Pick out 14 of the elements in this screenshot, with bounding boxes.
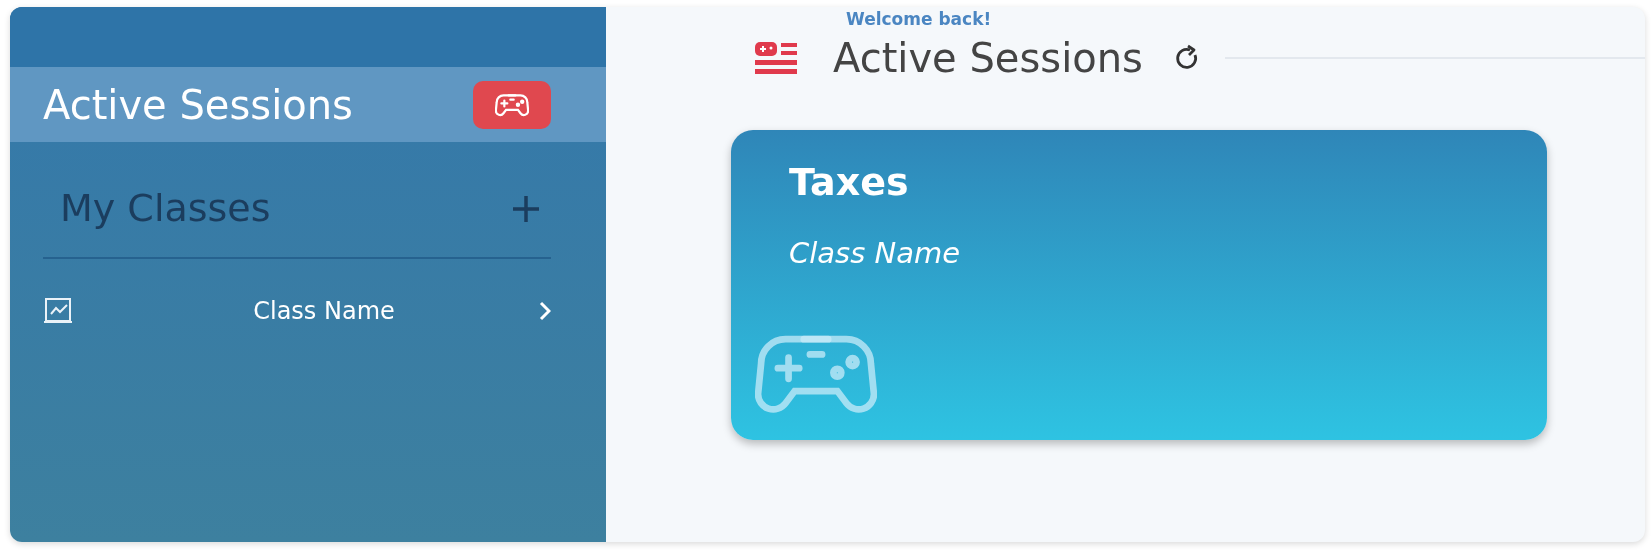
session-card[interactable]: Taxes Class Name [731,130,1547,440]
section-title: My Classes [60,185,271,232]
chevron-right-icon [539,301,551,321]
nav-label: Active Sessions [43,80,353,130]
greeting-text: Welcome back! [846,8,993,28]
sidebar-nav-item[interactable]: Active Sessions [10,67,606,142]
session-class-name: Class Name [789,234,962,272]
add-icon[interactable] [513,195,539,222]
gamepad-icon [495,91,529,118]
class-list-item[interactable]: Class Name [43,293,551,329]
gamepad-list-icon [753,40,799,76]
chart-board-icon [43,297,73,325]
page-title: Active Sessions [833,34,1143,82]
session-title: Taxes [789,160,910,206]
